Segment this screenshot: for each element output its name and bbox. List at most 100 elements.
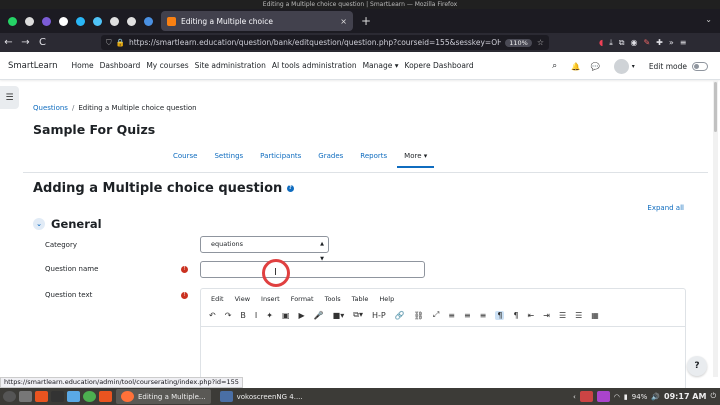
editor-menu-item[interactable]: Tools: [325, 295, 341, 303]
primary-nav-item[interactable]: Home: [71, 61, 93, 70]
search-icon[interactable]: ⌕: [552, 61, 557, 71]
chevron-down-icon[interactable]: ⌄: [33, 218, 45, 230]
hamburger-menu-icon[interactable]: ≡: [680, 38, 687, 48]
pinned-tab[interactable]: [106, 9, 123, 33]
new-tab-button[interactable]: +: [361, 14, 371, 28]
pinned-tab[interactable]: [123, 9, 140, 33]
editor-menu-item[interactable]: Edit: [211, 295, 224, 303]
editor-tool-icon[interactable]: 🔗: [395, 311, 405, 320]
close-tab-icon[interactable]: ×: [340, 17, 347, 26]
power-icon[interactable]: ⏻: [710, 392, 716, 401]
editor-tool-icon[interactable]: ▦: [591, 311, 599, 320]
editor-body[interactable]: [201, 326, 685, 327]
editor-menu-item[interactable]: Format: [291, 295, 314, 303]
url-text[interactable]: https://smartlearn.education/question/ba…: [129, 38, 501, 47]
question-name-input[interactable]: [200, 261, 425, 278]
volume-icon[interactable]: 🔊: [651, 393, 660, 401]
editor-tool-icon[interactable]: ≡: [480, 311, 487, 320]
overflow-menu-icon[interactable]: »: [669, 38, 674, 48]
active-tab[interactable]: Editing a Multiple choice ×: [161, 11, 353, 31]
editor-tool-icon[interactable]: ✦: [266, 311, 273, 320]
editor-tool-icon[interactable]: H-P: [372, 311, 386, 320]
editor-tool-icon[interactable]: ⧉▾: [353, 310, 363, 320]
editor-tool-icon[interactable]: ⤢: [433, 310, 439, 320]
account-icon[interactable]: ◉: [630, 38, 637, 48]
shield-icon[interactable]: ⛉: [106, 38, 112, 48]
user-avatar[interactable]: [613, 58, 629, 74]
tray-app-icon[interactable]: [579, 391, 593, 402]
secondary-nav-item[interactable]: Grades: [318, 152, 343, 160]
messages-icon[interactable]: 💬: [590, 62, 599, 71]
tab-list-chevron-icon[interactable]: ⌄: [705, 15, 712, 24]
editor-tool-icon[interactable]: ≡: [448, 311, 455, 320]
pinned-tab[interactable]: [38, 9, 55, 33]
taskbar-task-vokoscreen[interactable]: vokoscreenNG 4....: [215, 389, 308, 404]
extensions-icon[interactable]: ⧉: [619, 38, 625, 48]
primary-nav-item[interactable]: Site administration: [195, 61, 266, 70]
secondary-nav-item[interactable]: Reports: [360, 152, 387, 160]
editor-tool-icon[interactable]: ☰: [575, 311, 582, 320]
secondary-nav-item[interactable]: Course: [173, 152, 197, 160]
secondary-nav-item[interactable]: Settings: [214, 152, 243, 160]
chevron-left-icon[interactable]: ‹: [573, 393, 576, 401]
primary-nav-item[interactable]: Manage ▾: [363, 61, 399, 70]
downloads-icon[interactable]: ⤓: [609, 38, 613, 48]
editor-tool-icon[interactable]: ▣: [282, 311, 290, 320]
puzzle-icon[interactable]: ✚: [656, 38, 663, 48]
pinned-tab[interactable]: [72, 9, 89, 33]
addon-icon[interactable]: ✎: [643, 38, 650, 48]
open-drawer-button[interactable]: ☰: [0, 86, 19, 109]
taskbar-task-firefox[interactable]: Editing a Multiple...: [116, 389, 211, 404]
expand-all-link[interactable]: Expand all: [647, 204, 684, 212]
help-button[interactable]: ?: [687, 356, 707, 376]
pinned-tab[interactable]: [89, 9, 106, 33]
wifi-icon[interactable]: ◠: [614, 393, 620, 401]
ubuntu-icon[interactable]: [35, 391, 48, 402]
editor-tool-icon[interactable]: I: [255, 311, 257, 320]
primary-nav-item[interactable]: My courses: [146, 61, 188, 70]
edit-mode-toggle[interactable]: [692, 61, 708, 71]
bookmark-star-icon[interactable]: ☆: [537, 38, 544, 47]
back-button[interactable]: ←: [0, 37, 17, 48]
general-section-header[interactable]: ⌄ General: [33, 217, 102, 231]
editor-tool-icon[interactable]: ↷: [225, 311, 232, 320]
secondary-nav-more[interactable]: More ▾: [397, 152, 435, 168]
pinned-tab[interactable]: [55, 9, 72, 33]
lock-icon[interactable]: 🔒: [116, 38, 125, 47]
software-icon[interactable]: [99, 391, 112, 402]
primary-nav-item[interactable]: Kopere Dashboard: [405, 61, 474, 70]
category-select[interactable]: equations ▲ ▼: [200, 236, 329, 262]
editor-tool-icon[interactable]: ¶: [513, 311, 518, 320]
pocket-icon[interactable]: ◖: [599, 38, 603, 48]
editor-tool-icon[interactable]: ≡: [464, 311, 471, 320]
pinned-tab[interactable]: [21, 9, 38, 33]
file-manager-icon[interactable]: [67, 391, 80, 402]
editor-tool-icon[interactable]: ¶: [495, 310, 505, 320]
files-icon[interactable]: [19, 391, 32, 402]
secondary-nav-item[interactable]: Participants: [260, 152, 301, 160]
editor-menu-item[interactable]: Insert: [261, 295, 280, 303]
user-menu-chevron-icon[interactable]: ▾: [632, 63, 635, 70]
editor-tool-icon[interactable]: B: [240, 311, 246, 320]
url-bar[interactable]: ⛉ 🔒 https://smartlearn.education/questio…: [101, 35, 549, 50]
editor-tool-icon[interactable]: ⇤: [528, 311, 535, 320]
clock[interactable]: 09:17 AM: [664, 392, 706, 401]
pinned-tab[interactable]: [140, 9, 157, 33]
primary-nav-item[interactable]: Dashboard: [100, 61, 141, 70]
help-icon[interactable]: ?: [286, 185, 294, 192]
tray-app-icon-2[interactable]: [596, 391, 610, 402]
site-brand[interactable]: SmartLearn: [8, 61, 57, 71]
editor-tool-icon[interactable]: ↶: [209, 311, 216, 320]
editor-tool-icon[interactable]: 🎤: [314, 311, 324, 320]
primary-nav-item[interactable]: AI tools administration: [272, 61, 357, 70]
editor-menu-item[interactable]: Table: [352, 295, 369, 303]
editor-menu-item[interactable]: Help: [379, 295, 394, 303]
start-menu-icon[interactable]: [3, 391, 16, 402]
editor-tool-icon[interactable]: ■▾: [333, 311, 345, 320]
editor-tool-icon[interactable]: ▶: [299, 311, 305, 320]
battery-icon[interactable]: ▮: [624, 393, 628, 401]
zoom-level[interactable]: 110%: [505, 38, 532, 47]
editor-menu-item[interactable]: View: [235, 295, 250, 303]
breadcrumb-questions-link[interactable]: Questions: [33, 104, 68, 112]
page-scrollbar[interactable]: [713, 80, 718, 377]
